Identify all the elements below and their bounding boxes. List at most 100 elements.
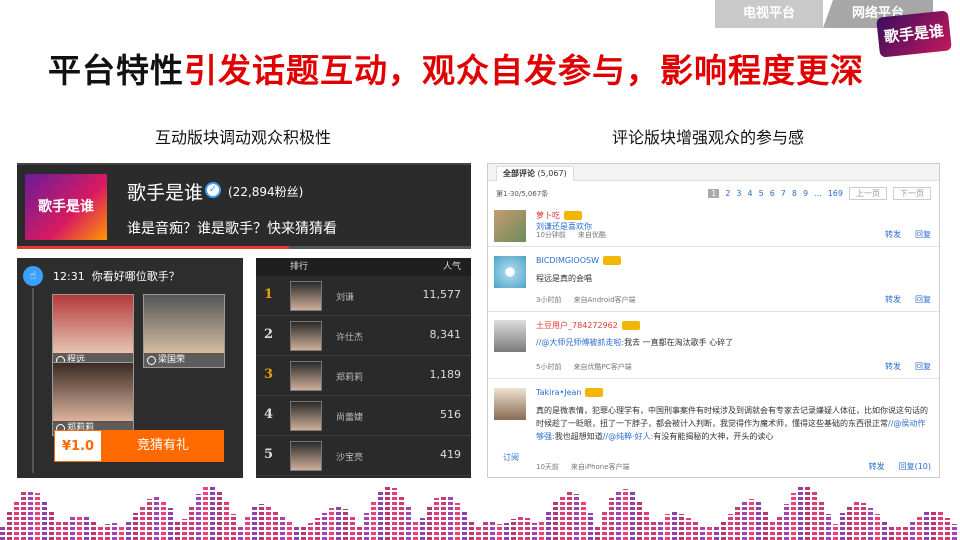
singer-name: 刘谦: [336, 293, 355, 303]
page-link[interactable]: 169: [828, 189, 843, 198]
equalizer-decoration: [0, 478, 960, 540]
equalizer-bar: [637, 500, 642, 540]
forward-button[interactable]: 转发: [885, 295, 901, 304]
forward-button[interactable]: 转发: [885, 362, 901, 371]
equalizer-bar: [112, 523, 117, 540]
verified-icon: ✓: [205, 182, 221, 198]
equalizer-bar: [245, 515, 250, 540]
equalizer-bar: [252, 507, 257, 540]
profile-name[interactable]: 歌手是谁: [127, 178, 203, 205]
equalizer-bar: [287, 522, 292, 540]
user-avatar[interactable]: [494, 210, 526, 242]
follow-link[interactable]: 订阅: [503, 452, 519, 463]
equalizer-bar: [609, 498, 614, 540]
reply-button[interactable]: 回复(10): [899, 462, 931, 471]
comment-username[interactable]: Takira•Jean: [536, 388, 604, 397]
equalizer-bar: [553, 502, 558, 540]
equalizer-bar: [707, 525, 712, 540]
equalizer-bar: [77, 515, 82, 540]
equalizer-bar: [462, 511, 467, 540]
guess-card: ☝ 12:31 你看好哪位歌手？ 程远 梁国荣 郑莉莉 ¥1.0 竞猜有礼: [17, 258, 243, 478]
radio-icon[interactable]: [147, 356, 156, 365]
comment-username[interactable]: 土豆用户_784272962: [536, 320, 640, 331]
ranking-row[interactable]: 1 刘谦 11,577: [256, 276, 471, 316]
page-link[interactable]: 2: [725, 189, 730, 198]
reply-button[interactable]: 回复: [915, 295, 931, 304]
candidate-photo: [144, 295, 224, 355]
equalizer-bar: [350, 516, 355, 540]
comment-text: 真的是微表情，犯罪心理学有，中国刑事案件有时候涉及到调就会有专家去记录嫌疑人体征…: [536, 406, 928, 441]
equalizer-bar: [665, 514, 670, 540]
page-link[interactable]: 9: [803, 189, 808, 198]
equalizer-bar: [469, 520, 474, 540]
equalizer-bar: [854, 502, 859, 540]
singer-photo: [290, 401, 322, 431]
equalizer-bar: [385, 487, 390, 540]
page-link[interactable]: 6: [770, 189, 775, 198]
equalizer-bar: [196, 494, 201, 540]
user-avatar[interactable]: [494, 256, 526, 288]
ranking-row[interactable]: 3 郑莉莉 1,189: [256, 356, 471, 396]
equalizer-bar: [28, 490, 33, 540]
user-avatar[interactable]: [494, 320, 526, 352]
equalizer-bar: [735, 507, 740, 540]
comment-meta: 10分钟前 来自优酷: [536, 231, 606, 239]
equalizer-bar: [154, 497, 159, 540]
reply-button[interactable]: 回复: [915, 230, 931, 239]
equalizer-bar: [392, 488, 397, 540]
equalizer-bar: [70, 516, 75, 540]
equalizer-bar: [161, 500, 166, 540]
equalizer-bar: [546, 511, 551, 540]
equalizer-bar: [42, 501, 47, 540]
user-avatar[interactable]: [494, 388, 526, 420]
equalizer-bar: [420, 518, 425, 540]
prev-page-button[interactable]: 上一页: [849, 187, 887, 200]
equalizer-bar: [35, 493, 40, 540]
page-link[interactable]: 3: [736, 189, 741, 198]
candidate-option[interactable]: 程远: [52, 294, 134, 368]
equalizer-bar: [238, 526, 243, 540]
equalizer-bar: [105, 524, 110, 540]
forward-button[interactable]: 转发: [869, 462, 885, 471]
equalizer-bar: [742, 501, 747, 540]
equalizer-bar: [0, 526, 5, 540]
comment-meta: 10天前 来自iPhone客户端: [536, 463, 630, 471]
guess-submit-button[interactable]: 竞猜有礼: [102, 430, 224, 462]
equalizer-bar: [140, 505, 145, 540]
equalizer-bar: [686, 518, 691, 540]
page-link[interactable]: 4: [748, 189, 753, 198]
equalizer-bar: [798, 487, 803, 540]
comment-actions: 转发 回复(10): [855, 461, 931, 472]
ranking-row[interactable]: 5 沙宝亮 419: [256, 436, 471, 476]
comments-panel: 全部评论 (5,067) 第1-30/5,067条 1 2 3 4 5 6 7 …: [487, 163, 940, 478]
reply-button[interactable]: 回复: [915, 362, 931, 371]
equalizer-bar: [763, 510, 768, 540]
ranking-row[interactable]: 2 许仕杰 8,341: [256, 316, 471, 356]
page-link[interactable]: 5: [759, 189, 764, 198]
tab-tv-platform[interactable]: 电视平台: [715, 0, 823, 28]
page-link[interactable]: 8: [792, 189, 797, 198]
equalizer-bar: [833, 524, 838, 540]
vip-badge-icon: [603, 256, 621, 265]
equalizer-bar: [896, 525, 901, 540]
rank-number: 1: [264, 287, 274, 302]
page-link[interactable]: 7: [781, 189, 786, 198]
equalizer-bar: [777, 517, 782, 540]
tab-all-comments[interactable]: 全部评论 (5,067): [496, 166, 574, 181]
singer-photo: [290, 441, 322, 471]
equalizer-bar: [98, 525, 103, 540]
equalizer-bar: [518, 517, 523, 540]
equalizer-bar: [658, 521, 663, 540]
page-link[interactable]: 1: [708, 189, 720, 198]
comment-username[interactable]: BICDIMGIOOSW: [536, 256, 621, 265]
equalizer-bar: [371, 501, 376, 540]
ranking-row[interactable]: 4 尚蕾婕 516: [256, 396, 471, 436]
forward-button[interactable]: 转发: [885, 230, 901, 239]
equalizer-bar: [616, 491, 621, 540]
equalizer-bar: [203, 487, 208, 540]
comment-actions: 转发 回复: [871, 229, 931, 240]
equalizer-bar: [259, 504, 264, 540]
next-page-button[interactable]: 下一页: [893, 187, 931, 200]
candidate-option[interactable]: 梁国荣: [143, 294, 225, 368]
candidate-option[interactable]: 郑莉莉: [52, 362, 134, 436]
